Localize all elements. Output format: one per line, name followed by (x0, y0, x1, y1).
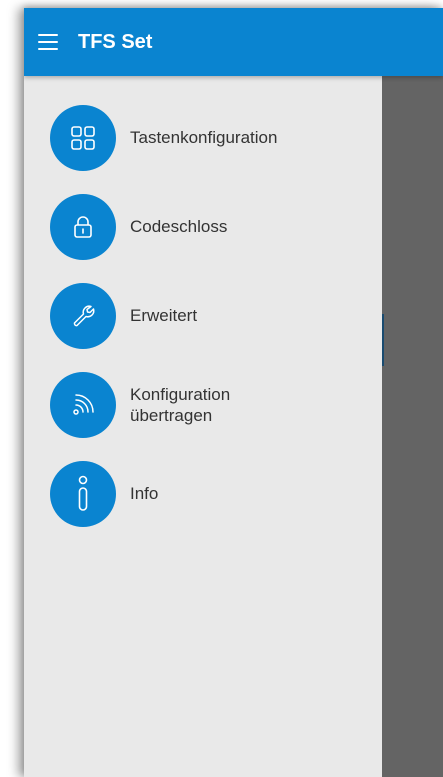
menu-line (38, 41, 58, 43)
menu-icon[interactable] (38, 27, 68, 57)
menu-item-label: Codeschloss (130, 217, 228, 236)
drawer-menu: Tastenkonfiguration Codeschloss Erweiter… (24, 76, 382, 533)
menu-item-codeschloss[interactable]: Codeschloss (24, 187, 382, 266)
app-title: TFS Set (78, 30, 153, 53)
info-icon (50, 460, 116, 527)
menu-item-konfiguration-uebertragen[interactable]: Konfiguration übertragen (24, 365, 382, 444)
menu-item-label-line1: Konfiguration (130, 384, 231, 404)
grid-icon (50, 104, 116, 171)
menu-line (38, 48, 58, 50)
menu-item-label: Info (130, 484, 159, 503)
menu-item-label: Konfiguration übertragen (130, 384, 230, 426)
content-scrim[interactable] (382, 76, 443, 777)
navigation-drawer: Tastenkonfiguration Codeschloss Erweiter… (24, 76, 382, 777)
menu-line (38, 34, 58, 36)
menu-item-erweitert[interactable]: Erweitert (24, 276, 382, 355)
wireless-transfer-icon (50, 371, 116, 438)
app-bar: TFS Set (24, 8, 443, 76)
app-screen: TFS Set Tastenkonfiguration Codeschloss … (24, 8, 443, 777)
menu-item-label-line2: übertragen (130, 405, 213, 425)
menu-item-info[interactable]: Info (24, 454, 382, 533)
wrench-icon (50, 282, 116, 349)
lock-icon (50, 193, 116, 260)
menu-item-tastenkonfiguration[interactable]: Tastenkonfiguration (24, 98, 382, 177)
menu-item-label: Tastenkonfiguration (130, 128, 278, 147)
menu-item-label: Erweitert (130, 306, 198, 325)
